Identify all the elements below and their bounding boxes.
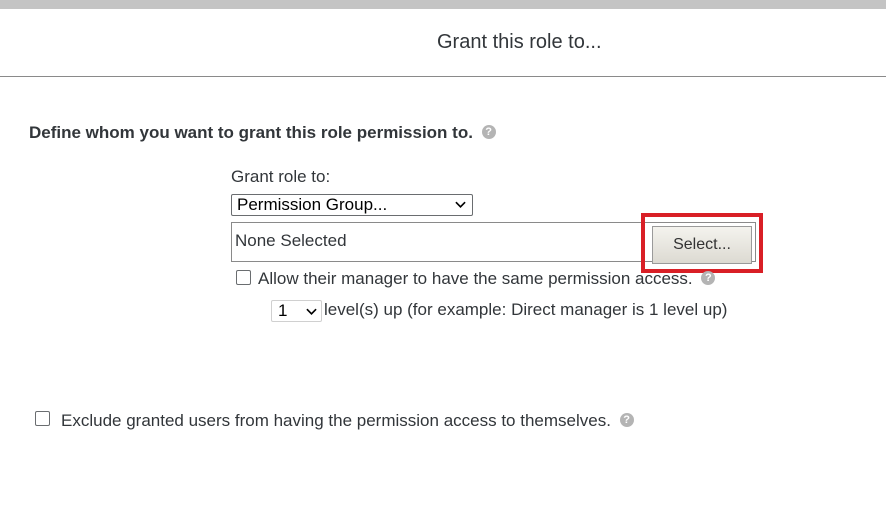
top-strip — [0, 0, 886, 9]
manager-access-label: Allow their manager to have the same per… — [258, 269, 693, 288]
manager-access-checkbox[interactable] — [236, 270, 251, 285]
help-icon[interactable]: ? — [619, 413, 634, 428]
dialog-header: Grant this role to... — [0, 9, 886, 77]
grant-role-dropdown[interactable]: Permission Group... — [231, 194, 473, 216]
grant-role-label: Grant role to: — [231, 167, 331, 186]
help-icon[interactable]: ? — [481, 125, 496, 140]
manager-level-value: 1 — [278, 301, 288, 320]
dialog-title: Grant this role to... — [437, 31, 602, 53]
exclude-self-label: Exclude granted users from having the pe… — [61, 411, 611, 430]
exclude-self-row: Exclude granted users from having the pe… — [61, 411, 634, 431]
chevron-down-icon — [455, 201, 466, 208]
selection-value: None Selected — [235, 231, 347, 250]
section-heading: Define whom you want to grant this role … — [29, 123, 496, 143]
highlight-annotation — [641, 213, 763, 273]
section-heading-text: Define whom you want to grant this role … — [29, 123, 473, 142]
manager-access-row: Allow their manager to have the same per… — [258, 269, 716, 289]
manager-level-dropdown[interactable]: 1 — [271, 300, 322, 322]
exclude-self-checkbox[interactable] — [35, 411, 50, 426]
manager-level-text: level(s) up (for example: Direct manager… — [324, 300, 728, 319]
grant-role-selected-value: Permission Group... — [237, 195, 388, 214]
help-icon[interactable]: ? — [701, 271, 716, 286]
chevron-down-icon — [306, 308, 317, 315]
